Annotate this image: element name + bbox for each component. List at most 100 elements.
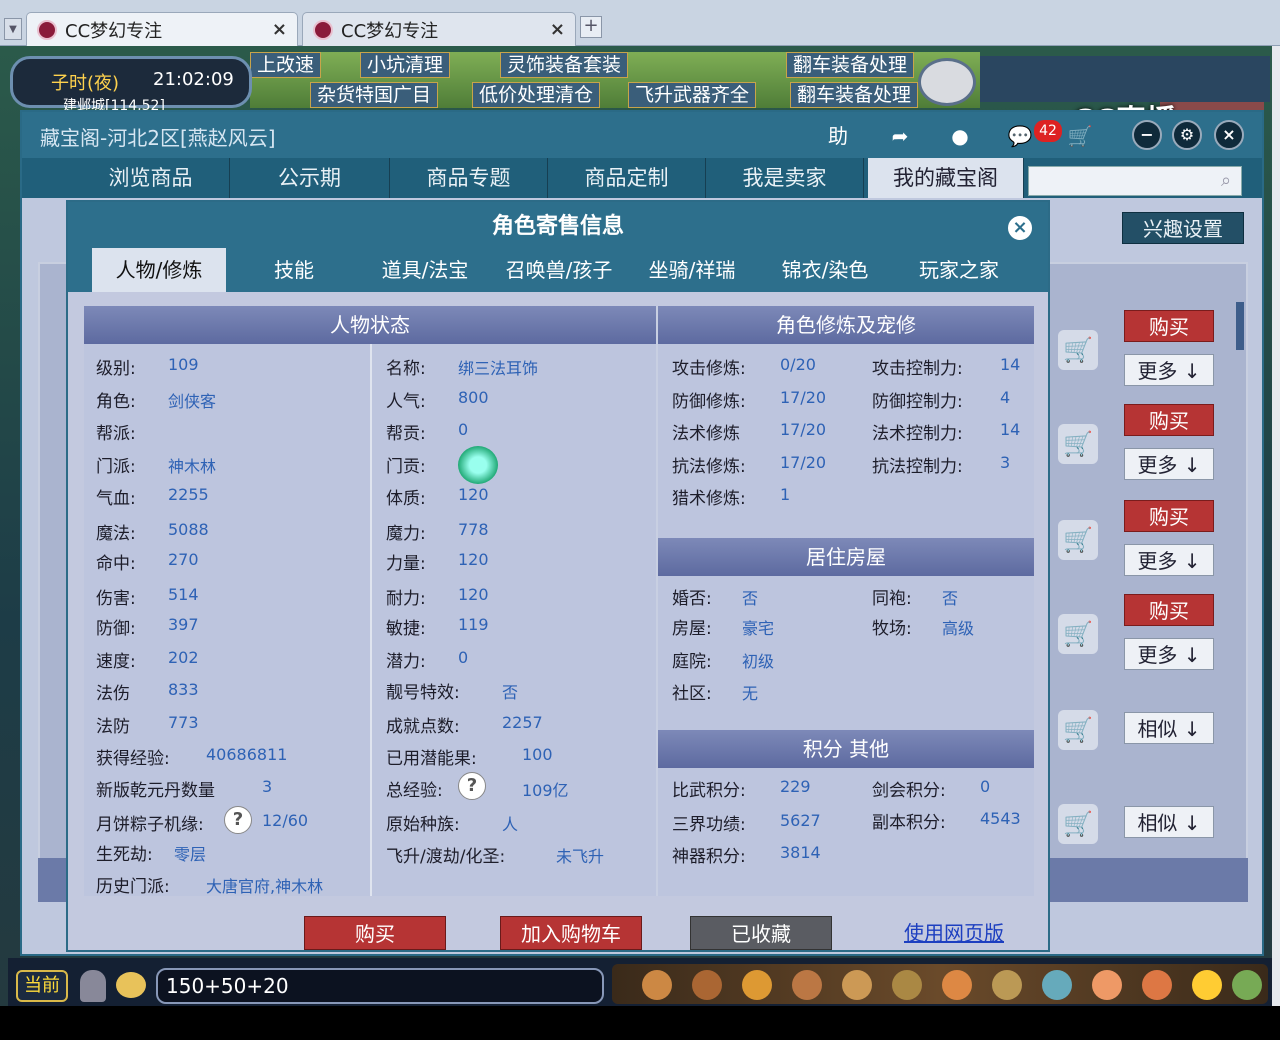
- search-icon[interactable]: ⌕: [1215, 170, 1237, 192]
- nav-tab-topics[interactable]: 商品专题: [390, 158, 548, 198]
- extra-label: 历史门派:: [96, 877, 170, 897]
- map-icon[interactable]: [1042, 970, 1072, 1000]
- attack-icon[interactable]: [642, 970, 672, 1000]
- settings-icon[interactable]: ⚙: [1172, 120, 1202, 150]
- browser-tab-1[interactable]: CC梦幻专注 ×: [26, 12, 298, 46]
- ad-link[interactable]: 翻车装备处理: [790, 82, 919, 108]
- similar-button[interactable]: 相似 ↓: [1124, 712, 1214, 744]
- buy-button[interactable]: 购买: [1124, 404, 1214, 436]
- stat-label: 靓号特效:: [386, 683, 460, 703]
- tab-mounts[interactable]: 坐骑/祥瑞: [626, 248, 758, 292]
- more-button[interactable]: 更多 ↓: [1124, 544, 1214, 576]
- role-sale-info-dialog: 角色寄售信息 × 人物/修炼 技能 道具/法宝 召唤兽/孩子 坐骑/祥瑞 锦衣/…: [66, 200, 1050, 952]
- emoji-icon[interactable]: [116, 972, 146, 998]
- chat-channel-button[interactable]: 当前: [16, 970, 68, 1002]
- tab-home[interactable]: 玩家之家: [892, 248, 1026, 292]
- similar-label: 相似: [1137, 717, 1178, 741]
- stat-label: 名称:: [386, 359, 426, 379]
- ad-link[interactable]: 飞升武器齐全: [628, 82, 757, 108]
- panda-avatar-icon[interactable]: [918, 58, 976, 106]
- more-button[interactable]: 更多 ↓: [1124, 638, 1214, 670]
- stat-value: 514: [168, 585, 199, 604]
- team-icon[interactable]: [842, 970, 872, 1000]
- extra-label: 生死劫:: [96, 845, 153, 865]
- browser-tab-2[interactable]: CC梦幻专注 ×: [302, 12, 576, 46]
- dialog-close-icon[interactable]: ×: [1006, 214, 1034, 242]
- share-icon[interactable]: ➦: [884, 122, 916, 150]
- ad-link[interactable]: 灵饰装备套装: [500, 52, 629, 78]
- nav-tab-my-pavilion[interactable]: 我的藏宝阁: [868, 158, 1024, 198]
- cart-icon[interactable]: 🛒: [1058, 520, 1098, 560]
- friend-icon[interactable]: [1142, 970, 1172, 1000]
- nav-tab-browse[interactable]: 浏览商品: [72, 158, 230, 198]
- interest-settings-button[interactable]: 兴趣设置: [1122, 212, 1244, 244]
- peach-icon[interactable]: [1092, 970, 1122, 1000]
- tab-menu-icon[interactable]: ▼: [4, 18, 22, 40]
- stat-label: 人气:: [386, 392, 426, 412]
- tab-skills[interactable]: 技能: [228, 248, 360, 292]
- minimize-icon[interactable]: −: [1132, 120, 1162, 150]
- use-web-version-link[interactable]: 使用网页版: [898, 916, 1010, 950]
- ad-link[interactable]: 杂货特国广目: [310, 82, 439, 108]
- trade-icon[interactable]: [792, 970, 822, 1000]
- smile-icon[interactable]: [1192, 970, 1222, 1000]
- tab-character[interactable]: 人物/修炼: [92, 248, 226, 292]
- cart-icon[interactable]: 🛒: [1058, 710, 1098, 750]
- more-button[interactable]: 更多 ↓: [1124, 354, 1214, 386]
- cult-value: 0/20: [780, 355, 816, 374]
- cart-icon[interactable]: 🛒: [1064, 122, 1096, 150]
- give-icon[interactable]: [742, 970, 772, 1000]
- chat-input[interactable]: 150+50+20: [156, 968, 604, 1004]
- favorited-button[interactable]: 已收藏: [690, 916, 832, 950]
- extra-value: 大唐官府,神木林: [206, 877, 324, 896]
- ad-link[interactable]: 上改速: [250, 52, 322, 78]
- stat-value: 否: [502, 683, 519, 702]
- close-icon[interactable]: ×: [1214, 120, 1244, 150]
- system-icon[interactable]: [1232, 970, 1262, 1000]
- tab-close-icon[interactable]: ×: [550, 19, 565, 40]
- score-header: 积分 其他: [658, 730, 1034, 768]
- nav-tab-publicity[interactable]: 公示期: [230, 158, 390, 198]
- ad-link[interactable]: 低价处理清仓: [472, 82, 601, 108]
- listing-scrollbar[interactable]: [1236, 302, 1244, 350]
- cult-value: 14: [1000, 420, 1021, 439]
- help-button[interactable]: 助: [822, 122, 854, 150]
- dialog-header: 角色寄售信息 ×: [68, 202, 1048, 242]
- help-icon[interactable]: ?: [458, 772, 486, 800]
- item-icon[interactable]: [692, 970, 722, 1000]
- ad-link[interactable]: 翻车装备处理: [786, 52, 915, 78]
- tab-close-icon[interactable]: ×: [272, 19, 287, 40]
- stat-label: 级别:: [96, 359, 136, 379]
- add-to-cart-button[interactable]: 加入购物车: [500, 916, 642, 950]
- ad-link[interactable]: 小坑清理: [360, 52, 451, 78]
- more-button[interactable]: 更多 ↓: [1124, 448, 1214, 480]
- nav-tab-custom[interactable]: 商品定制: [548, 158, 706, 198]
- search-input[interactable]: ⌕: [1028, 166, 1242, 196]
- record-icon[interactable]: ●: [944, 122, 976, 150]
- house-label: 同袍:: [872, 589, 912, 609]
- cart-icon[interactable]: 🛒: [1058, 330, 1098, 370]
- new-tab-button[interactable]: +: [580, 16, 602, 38]
- cart-icon[interactable]: 🛒: [1058, 804, 1098, 844]
- chat-icon[interactable]: 💬: [1004, 122, 1036, 150]
- game-clock: 子时(夜) 21:02:09 建邺城[114,52]: [10, 56, 252, 114]
- buy-button[interactable]: 购买: [1124, 594, 1214, 626]
- similar-button[interactable]: 相似 ↓: [1124, 806, 1214, 838]
- tab-items[interactable]: 道具/法宝: [360, 248, 490, 292]
- guild-icon[interactable]: [992, 970, 1022, 1000]
- task-icon[interactable]: [942, 970, 972, 1000]
- extra-label: 原始种族:: [386, 815, 460, 835]
- buy-button[interactable]: 购买: [304, 916, 446, 950]
- nav-tab-seller[interactable]: 我是卖家: [706, 158, 864, 198]
- buy-button[interactable]: 购买: [1124, 500, 1214, 532]
- tab-pets[interactable]: 召唤兽/孩子: [492, 248, 626, 292]
- tab-outfits[interactable]: 锦衣/染色: [758, 248, 892, 292]
- buy-button[interactable]: 购买: [1124, 310, 1214, 342]
- help-icon[interactable]: ?: [224, 806, 252, 834]
- microphone-icon[interactable]: [80, 970, 106, 1002]
- cart-icon[interactable]: 🛒: [1058, 424, 1098, 464]
- cart-icon[interactable]: 🛒: [1058, 614, 1098, 654]
- score-label: 神器积分:: [672, 847, 746, 867]
- pet-icon[interactable]: [892, 970, 922, 1000]
- page-scrollbar[interactable]: [1272, 46, 1280, 1006]
